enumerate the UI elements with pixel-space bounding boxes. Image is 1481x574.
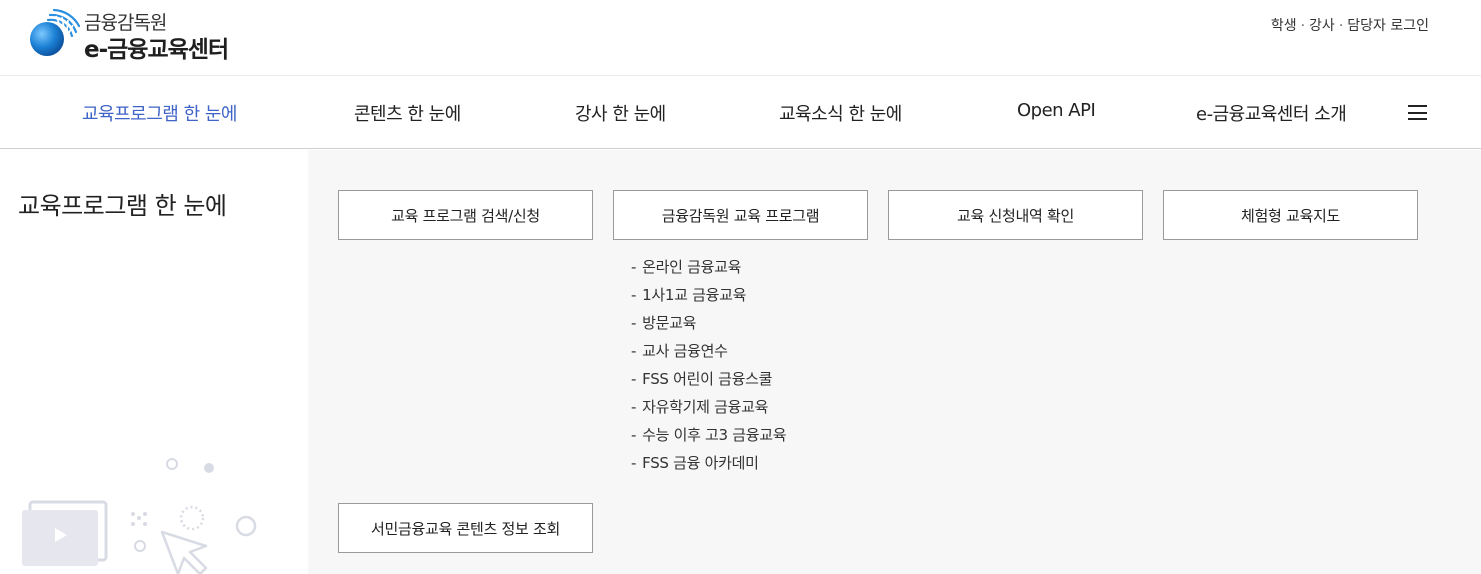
hamburger-icon[interactable]	[1408, 105, 1427, 120]
login-links: 학생 · 강사 · 담당자 로그인	[1271, 15, 1429, 35]
side-panel: 교육프로그램 한 눈에	[0, 150, 308, 574]
manager-login-link[interactable]: 담당자 로그인	[1347, 18, 1429, 34]
instructor-login-link[interactable]: 강사	[1309, 18, 1335, 34]
fss-program-button[interactable]: 금융감독원 교육 프로그램	[613, 190, 868, 240]
submenu-item[interactable]: - 온라인 금융교육	[631, 256, 786, 284]
seomin-content-lookup-button[interactable]: 서민금융교육 콘텐츠 정보 조회	[338, 503, 593, 553]
nav-item-open-api[interactable]: Open API	[1017, 100, 1096, 121]
fss-logo[interactable]: 금융감독원 e-금융교육센터	[28, 6, 268, 63]
experience-map-button[interactable]: 체험형 교육지도	[1163, 190, 1418, 240]
separator: ·	[1300, 18, 1306, 34]
education-illustration-icon	[22, 458, 257, 574]
nav-item-education-programs[interactable]: 교육프로그램 한 눈에	[82, 100, 237, 126]
fss-emblem-icon	[30, 8, 80, 56]
top-header: 금융감독원 e-금융교육센터 학생 · 강사 · 담당자 로그인	[0, 0, 1481, 76]
nav-item-instructors[interactable]: 강사 한 눈에	[575, 100, 666, 126]
nav-item-news[interactable]: 교육소식 한 눈에	[779, 100, 902, 126]
submenu-item[interactable]: - 교사 금융연수	[631, 340, 786, 368]
submenu-item[interactable]: - FSS 어린이 금융스쿨	[631, 368, 786, 396]
nav-item-contents[interactable]: 콘텐츠 한 눈에	[354, 100, 461, 126]
submenu-item[interactable]: - FSS 금융 아카데미	[631, 452, 786, 480]
application-history-button[interactable]: 교육 신청내역 확인	[888, 190, 1143, 240]
program-search-button[interactable]: 교육 프로그램 검색/신청	[338, 190, 593, 240]
student-login-link[interactable]: 학생	[1271, 18, 1297, 34]
submenu-item[interactable]: - 수능 이후 고3 금융교육	[631, 424, 787, 452]
content-area: 교육 프로그램 검색/신청 금융감독원 교육 프로그램 교육 신청내역 확인 체…	[308, 150, 1481, 574]
nav-item-about[interactable]: e-금융교육센터 소개	[1196, 100, 1347, 126]
section-title: 교육프로그램 한 눈에	[18, 192, 227, 220]
main-nav: 교육프로그램 한 눈에 콘텐츠 한 눈에 강사 한 눈에 교육소식 한 눈에 O…	[0, 76, 1481, 149]
fss-program-submenu: - 온라인 금융교육 -1사1교 금융교육 - 방문교육 - 교사 금융연수 - FSS…	[631, 256, 787, 480]
separator: ·	[1338, 18, 1344, 34]
logo-center-name: e-금융교육센터	[84, 37, 229, 63]
submenu-item[interactable]: - 방문교육	[631, 312, 786, 340]
submenu-item[interactable]: - 자유학기제 금융교육	[631, 396, 786, 424]
submenu-item[interactable]: -1사1교 금융교육	[631, 284, 786, 312]
